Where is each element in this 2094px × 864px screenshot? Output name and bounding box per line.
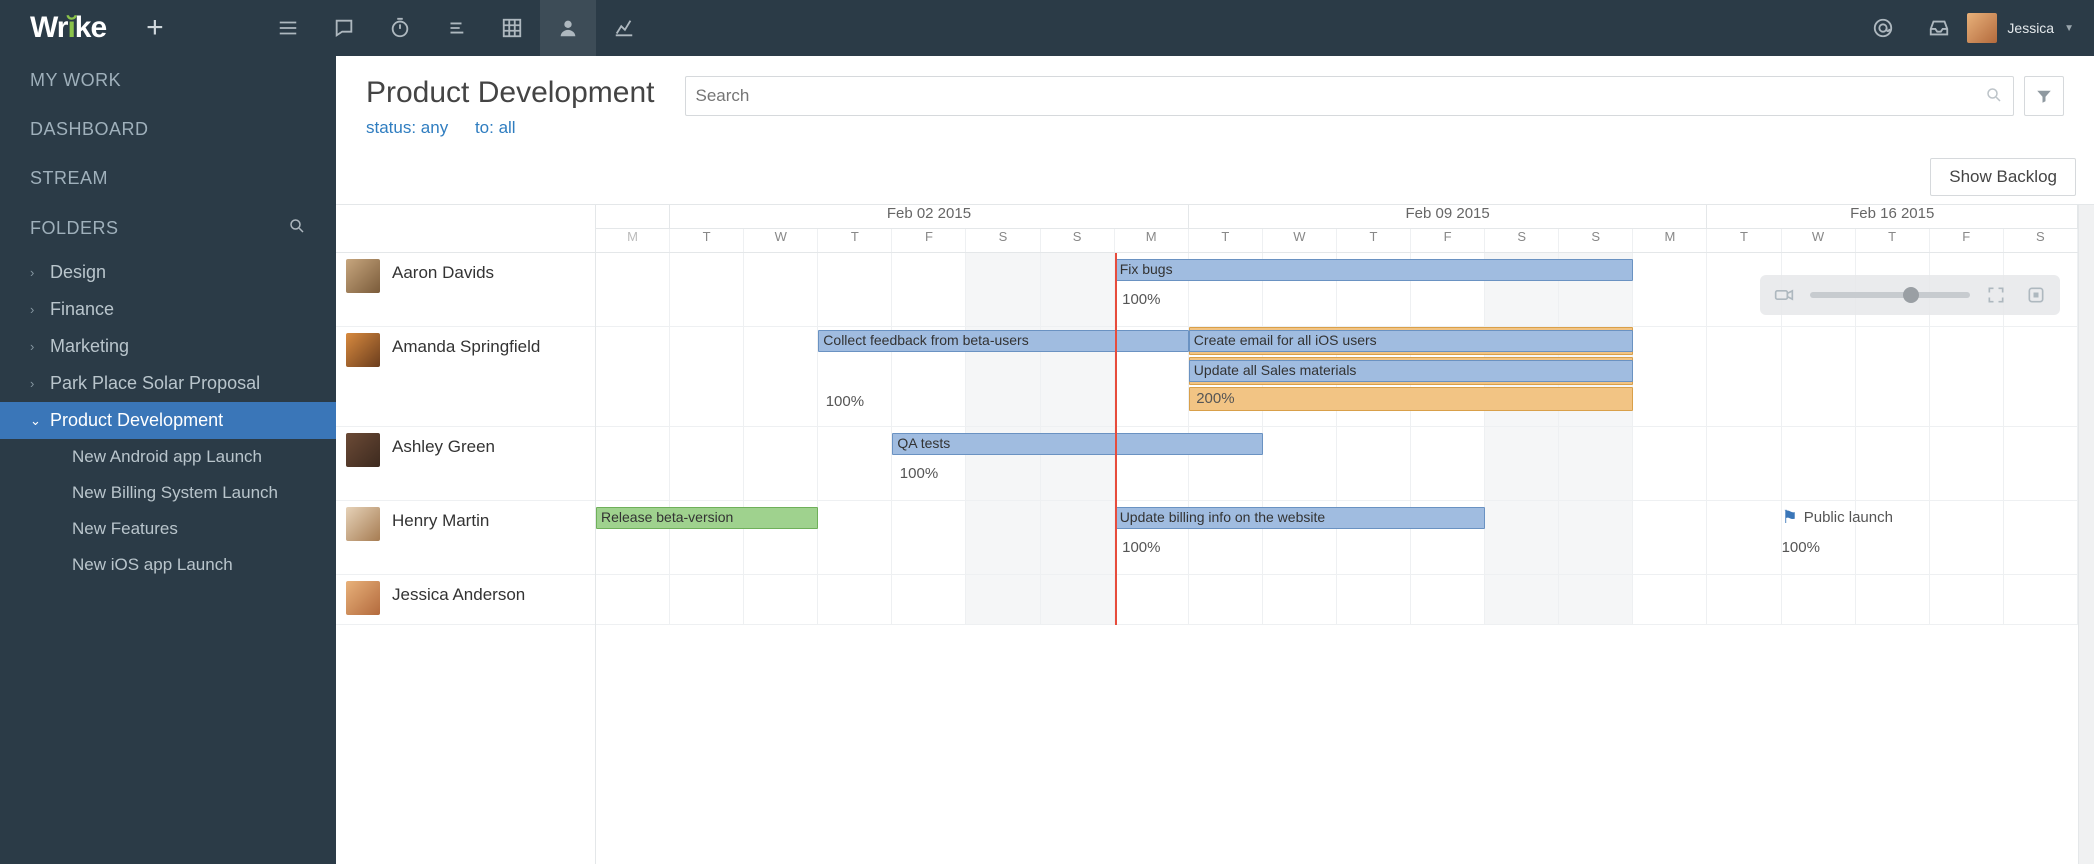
- screen-recorder-overlay: [1760, 275, 2060, 315]
- week-header: Feb 02 2015 Feb 09 2015 Feb 16 2015: [596, 205, 2078, 229]
- person-row-henry[interactable]: Henry Martin: [336, 501, 595, 575]
- chevron-down-icon: ⌄: [30, 413, 40, 429]
- task-bar-fix-bugs[interactable]: Fix bugs: [1115, 259, 1634, 281]
- folder-finance[interactable]: ›Finance: [0, 291, 336, 328]
- chat-icon[interactable]: [316, 0, 372, 56]
- avatar: [346, 581, 380, 615]
- sidebar: MY WORK DASHBOARD STREAM FOLDERS ›Design…: [0, 56, 336, 864]
- gantt-row: [596, 575, 2078, 625]
- folder-android-launch[interactable]: New Android app Launch: [0, 439, 336, 475]
- search-input[interactable]: [696, 86, 1986, 106]
- chart-icon[interactable]: [596, 0, 652, 56]
- person-row-aaron[interactable]: Aaron Davids: [336, 253, 595, 327]
- filter-summary: status: any to: all: [366, 118, 655, 138]
- folder-billing-launch[interactable]: New Billing System Launch: [0, 475, 336, 511]
- camera-icon[interactable]: [1770, 281, 1798, 309]
- search-icon[interactable]: [288, 217, 306, 240]
- gantt-row: Collect feedback from beta-users Create …: [596, 327, 2078, 427]
- person-icon[interactable]: [540, 0, 596, 56]
- avatar: [346, 433, 380, 467]
- add-button[interactable]: +: [146, 11, 164, 45]
- list-icon[interactable]: [428, 0, 484, 56]
- today-indicator: [1115, 253, 1117, 625]
- stop-icon[interactable]: [2022, 281, 2050, 309]
- day-header: M T W T F S S M T W T F S S M: [596, 229, 2078, 253]
- content-header: Product Development status: any to: all: [336, 56, 2094, 150]
- task-bar-collect-feedback[interactable]: Collect feedback from beta-users: [818, 330, 1189, 352]
- chevron-right-icon: ›: [30, 339, 40, 354]
- slider-knob[interactable]: [1903, 287, 1919, 303]
- show-backlog-button[interactable]: Show Backlog: [1930, 158, 2076, 196]
- task-bar-update-billing[interactable]: Update billing info on the website: [1115, 507, 1486, 529]
- avatar: [346, 507, 380, 541]
- search-box: [685, 76, 2015, 116]
- chevron-right-icon: ›: [30, 302, 40, 317]
- folder-design[interactable]: ›Design: [0, 254, 336, 291]
- gantt-people-column: Aaron Davids Amanda Springfield Ashley G…: [336, 205, 596, 864]
- filter-status[interactable]: status: any: [366, 118, 448, 137]
- page-title: Product Development: [366, 76, 655, 110]
- filter-button[interactable]: [2024, 76, 2064, 116]
- workload-gantt: Aaron Davids Amanda Springfield Ashley G…: [336, 204, 2094, 864]
- workload-percent: 100%: [1782, 539, 1820, 556]
- gantt-timeline[interactable]: Feb 02 2015 Feb 09 2015 Feb 16 2015 M T …: [596, 205, 2078, 864]
- scrollbar[interactable]: [2078, 205, 2094, 864]
- content: Product Development status: any to: all …: [336, 56, 2094, 864]
- person-row-amanda[interactable]: Amanda Springfield: [336, 327, 595, 427]
- fullscreen-icon[interactable]: [1982, 281, 2010, 309]
- user-name: Jessica: [2007, 20, 2054, 36]
- task-bar-qa-tests[interactable]: QA tests: [892, 433, 1263, 455]
- chevron-right-icon: ›: [30, 265, 40, 280]
- task-bar-create-email[interactable]: Create email for all iOS users: [1189, 330, 1634, 352]
- gantt-row: QA tests 100%: [596, 427, 2078, 501]
- task-bar-update-sales[interactable]: Update all Sales materials: [1189, 360, 1634, 382]
- nav-folders[interactable]: FOLDERS: [0, 203, 336, 254]
- search-icon[interactable]: [1985, 86, 2003, 107]
- inbox-icon[interactable]: [1911, 0, 1967, 56]
- nav-dashboard[interactable]: DASHBOARD: [0, 105, 336, 154]
- recorder-slider[interactable]: [1810, 292, 1970, 298]
- gantt-row: Release beta-version Update billing info…: [596, 501, 2078, 575]
- nav-my-work[interactable]: MY WORK: [0, 56, 336, 105]
- workload-percent: 100%: [1122, 291, 1160, 308]
- chevron-right-icon: ›: [30, 376, 40, 391]
- mention-icon[interactable]: [1855, 0, 1911, 56]
- folder-ios-launch[interactable]: New iOS app Launch: [0, 547, 336, 583]
- timer-icon[interactable]: [372, 0, 428, 56]
- workload-percent: 100%: [1122, 539, 1160, 556]
- milestone-public-launch[interactable]: ⚑Public launch: [1782, 507, 1893, 528]
- user-avatar: [1967, 13, 1997, 43]
- user-menu[interactable]: Jessica ▼: [1967, 13, 2094, 43]
- overload-pct-bar: [1189, 387, 1634, 411]
- avatar: [346, 333, 380, 367]
- main: MY WORK DASHBOARD STREAM FOLDERS ›Design…: [0, 56, 2094, 864]
- app-logo: Wrĭke: [30, 11, 106, 45]
- filter-to[interactable]: to: all: [475, 118, 516, 137]
- top-bar: Wrĭke + Jessica ▼: [0, 0, 2094, 56]
- folder-marketing[interactable]: ›Marketing: [0, 328, 336, 365]
- nav-stream[interactable]: STREAM: [0, 154, 336, 203]
- folder-tree: ›Design ›Finance ›Marketing ›Park Place …: [0, 254, 336, 603]
- workload-percent: 100%: [826, 393, 864, 410]
- workload-percent: 200%: [1196, 390, 1234, 407]
- person-row-ashley[interactable]: Ashley Green: [336, 427, 595, 501]
- hamburger-icon[interactable]: [260, 0, 316, 56]
- folder-product-development[interactable]: ⌄Product Development: [0, 402, 336, 439]
- view-switcher: [260, 0, 652, 56]
- folder-park-place[interactable]: ›Park Place Solar Proposal: [0, 365, 336, 402]
- grid-icon[interactable]: [484, 0, 540, 56]
- flag-icon: ⚑: [1782, 507, 1798, 528]
- workload-percent: 100%: [900, 465, 938, 482]
- task-bar-release-beta[interactable]: Release beta-version: [596, 507, 818, 529]
- person-row-jessica[interactable]: Jessica Anderson: [336, 575, 595, 625]
- chevron-down-icon: ▼: [2064, 23, 2074, 34]
- folder-new-features[interactable]: New Features: [0, 511, 336, 547]
- avatar: [346, 259, 380, 293]
